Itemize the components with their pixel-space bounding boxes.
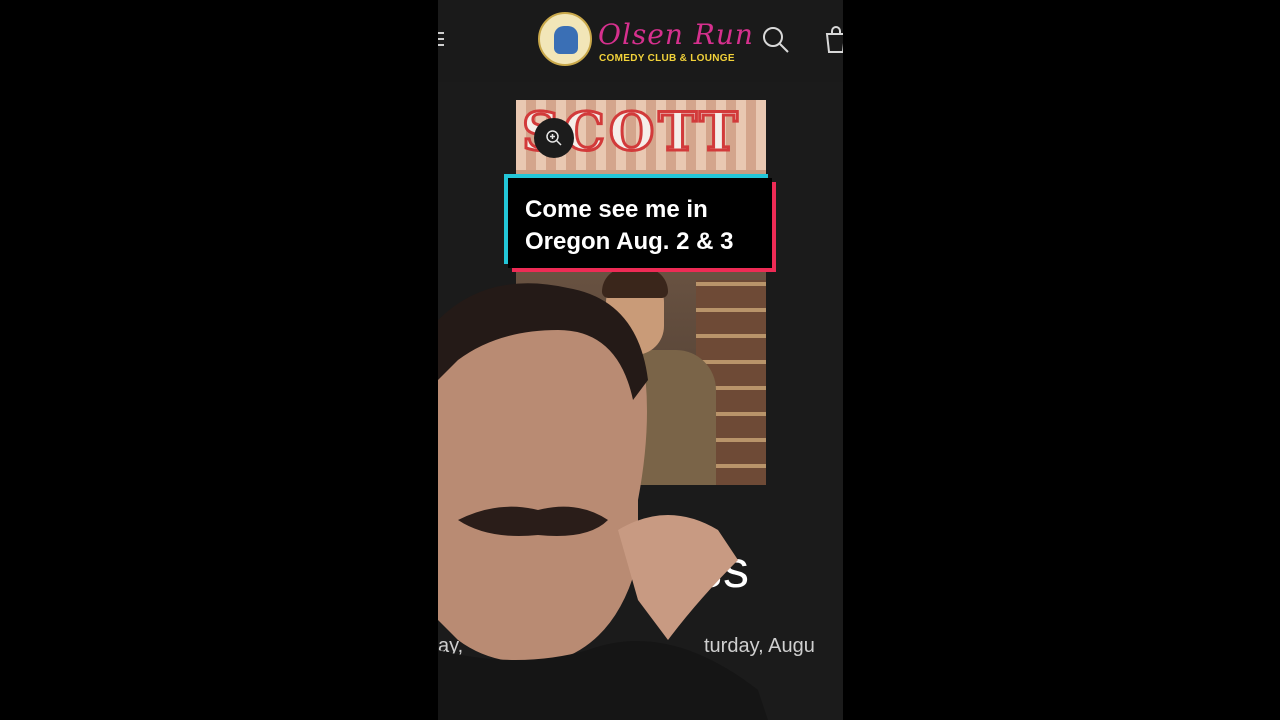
- caption-line-1: Come see me in: [525, 196, 708, 223]
- site-logo[interactable]: Olsen Run COMEDY CLUB & LOUNGE: [538, 12, 753, 70]
- logo-mascot-icon: [538, 12, 592, 66]
- menu-icon[interactable]: [438, 28, 444, 50]
- search-icon[interactable]: [762, 26, 790, 54]
- poster-figure-body: [566, 350, 716, 485]
- poster-figure-hair: [602, 268, 668, 298]
- cart-icon[interactable]: [824, 26, 843, 54]
- caption-box: Come see me in Oregon Aug. 2 & 3: [508, 178, 772, 268]
- logo-subtitle: COMEDY CLUB & LOUNGE: [599, 53, 735, 64]
- zoom-in-icon[interactable]: [534, 118, 574, 158]
- event-date-left: ay,: [438, 635, 464, 657]
- event-title: ss: [696, 541, 750, 599]
- event-date-right: turday, Augu: [704, 635, 815, 657]
- phone-screen: Olsen Run COMEDY CLUB & LOUNGE SCOTT ss …: [438, 0, 843, 720]
- caption-line-2: Oregon Aug. 2 & 3: [525, 228, 734, 255]
- logo-title: Olsen Run: [598, 18, 754, 51]
- site-header: Olsen Run COMEDY CLUB & LOUNGE: [438, 0, 843, 82]
